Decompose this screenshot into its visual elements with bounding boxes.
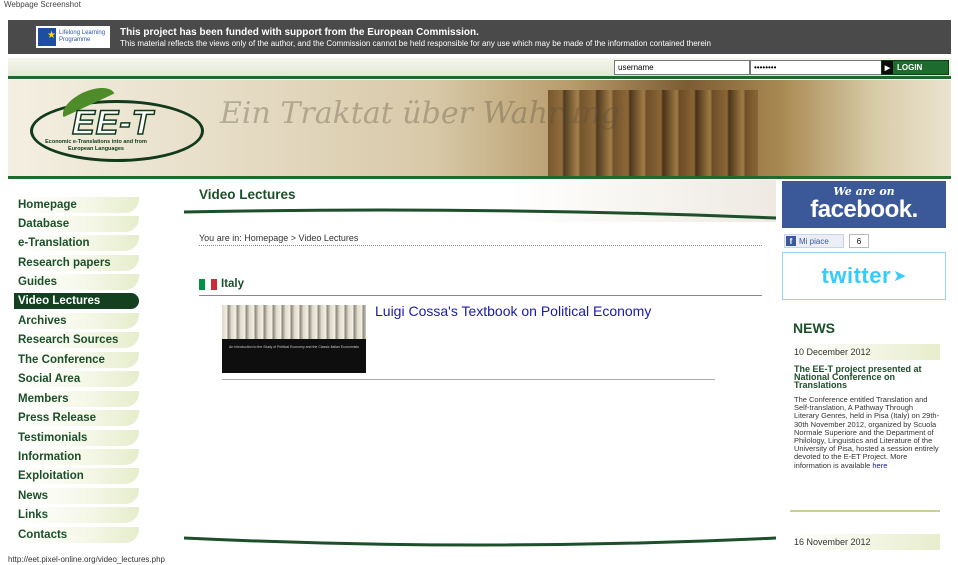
- sidebar-item-exploitation[interactable]: Exploitation: [14, 468, 139, 484]
- facebook-banner[interactable]: We are on facebook.: [782, 181, 946, 228]
- italy-flag-icon: [199, 279, 217, 290]
- news-body: The Conference entitled Translation and …: [794, 395, 940, 470]
- sidebar-item-information[interactable]: Information: [14, 449, 139, 465]
- content-bottom-swoosh: [184, 536, 776, 547]
- sidebar-item-guides[interactable]: Guides: [14, 274, 139, 290]
- sidebar-item-video-lectures[interactable]: Video Lectures: [14, 293, 139, 309]
- facebook-like-button[interactable]: f Mi piace: [784, 234, 844, 248]
- like-label: Mi piace: [799, 236, 829, 246]
- login-button[interactable]: ▶ LOGIN: [881, 60, 949, 75]
- sidebar-item-testimonials[interactable]: Testimonials: [14, 430, 139, 446]
- news-date: 10 December 2012: [790, 344, 940, 360]
- like-count: 6: [849, 234, 869, 248]
- sidebar-item-database[interactable]: Database: [14, 216, 139, 232]
- sidebar-item-e-translation[interactable]: e-Translation: [14, 235, 139, 251]
- password-input[interactable]: [750, 60, 882, 75]
- news-divider: [790, 510, 940, 512]
- sidebar-item-homepage[interactable]: Homepage: [14, 197, 139, 213]
- status-bar-url: http://eet.pixel-online.org/video_lectur…: [8, 555, 165, 564]
- twitter-banner[interactable]: twitter ➤: [782, 252, 946, 300]
- lecture-title-link[interactable]: Luigi Cossa's Textbook on Political Econ…: [375, 303, 651, 319]
- news-headline-link[interactable]: The EE-T project presented at National C…: [794, 365, 940, 390]
- arrow-right-icon: ▶: [882, 61, 893, 74]
- facebook-icon: f: [786, 236, 796, 246]
- sidebar-item-contacts[interactable]: Contacts: [14, 527, 139, 543]
- breadcrumb-divider: [199, 245, 762, 246]
- news-more-link[interactable]: here: [872, 461, 887, 470]
- funding-notice: This project has been funded with suppor…: [120, 27, 479, 38]
- page-caption: Webpage Screenshot: [4, 0, 81, 9]
- sidebar-item-the-conference[interactable]: The Conference: [14, 352, 139, 368]
- lecture-thumbnail[interactable]: An Introduction to the Study of Politica…: [222, 305, 366, 373]
- login-button-label: LOGIN: [897, 63, 923, 72]
- thumbnail-caption: An Introduction to the Study of Politica…: [229, 345, 359, 349]
- news-body-text: The Conference entitled Translation and …: [794, 395, 940, 470]
- page-title: Video Lectures: [199, 187, 296, 202]
- news-heading: NEWS: [793, 320, 835, 336]
- lecture-divider: [222, 379, 715, 380]
- sidebar-item-press-release[interactable]: Press Release: [14, 410, 139, 426]
- title-swoosh-divider: [184, 208, 776, 220]
- site-logo[interactable]: EE-T: [71, 103, 153, 143]
- thumbnail-books-image: [222, 305, 366, 339]
- header-divider: [8, 176, 951, 179]
- twitter-logo: twitter: [821, 263, 892, 288]
- logo-subtitle: Economic e-Translations into and from Eu…: [45, 139, 147, 152]
- section-divider: [199, 295, 762, 296]
- eu-flag-icon: [38, 28, 57, 46]
- sidebar-item-members[interactable]: Members: [14, 391, 139, 407]
- breadcrumb: You are in: Homepage > Video Lectures: [199, 233, 359, 243]
- sidebar-item-news[interactable]: News: [14, 488, 139, 504]
- sidebar-item-archives[interactable]: Archives: [14, 313, 139, 329]
- sidebar-item-links[interactable]: Links: [14, 507, 139, 523]
- sidebar-item-social-area[interactable]: Social Area: [14, 371, 139, 387]
- programme-name: Lifelong Learning Programme: [59, 30, 106, 43]
- facebook-logo: facebook.: [810, 196, 918, 223]
- sidebar-item-research-sources[interactable]: Research Sources: [14, 332, 139, 348]
- news-date: 16 November 2012: [790, 534, 940, 550]
- disclaimer-text: This material reflects the views only of…: [120, 39, 711, 48]
- username-input[interactable]: [614, 60, 750, 75]
- twitter-bird-icon: ➤: [893, 268, 907, 285]
- section-title-italy: Italy: [221, 278, 245, 290]
- lifelong-learning-logo: Lifelong Learning Programme: [36, 26, 110, 48]
- header-background-script: Ein Traktat über Wahrung: [220, 96, 621, 131]
- sidebar-item-research-papers[interactable]: Research papers: [14, 255, 139, 271]
